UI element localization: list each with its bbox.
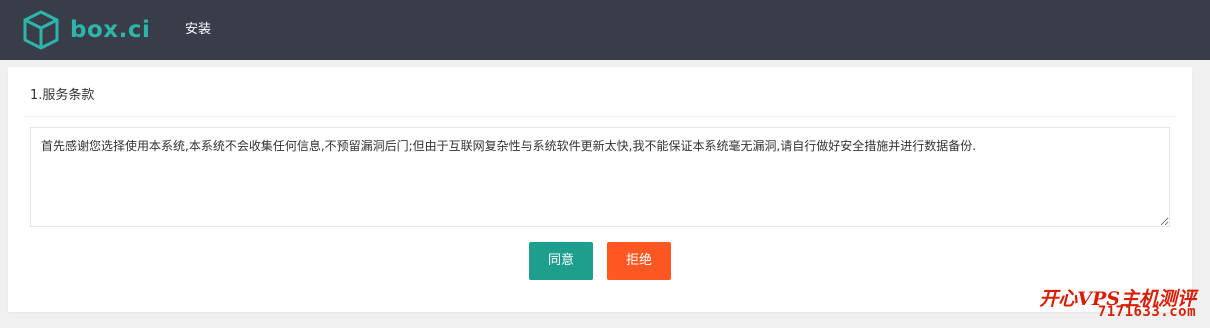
terms-textarea[interactable]: 首先感谢您选择使用本系统,本系统不会收集任何信息,不预留漏洞后门;但由于互联网复… xyxy=(30,127,1170,227)
terms-card: 1.服务条款 首先感谢您选择使用本系统,本系统不会收集任何信息,不预留漏洞后门;… xyxy=(8,67,1192,312)
nav-item-install[interactable]: 安装 xyxy=(185,0,211,60)
card-title: 1.服务条款 xyxy=(23,67,1177,117)
cube-icon xyxy=(22,10,60,50)
reject-button[interactable]: 拒绝 xyxy=(607,242,671,280)
agree-button[interactable]: 同意 xyxy=(529,242,593,280)
watermark-url: 7171633.com xyxy=(1097,304,1196,320)
logo[interactable]: box.ci xyxy=(22,10,150,50)
logo-text: box.ci xyxy=(70,17,151,43)
top-navbar: box.ci 安装 xyxy=(0,0,1210,60)
watermark: 开心VPS主机测评 7171633.com xyxy=(1002,284,1202,324)
